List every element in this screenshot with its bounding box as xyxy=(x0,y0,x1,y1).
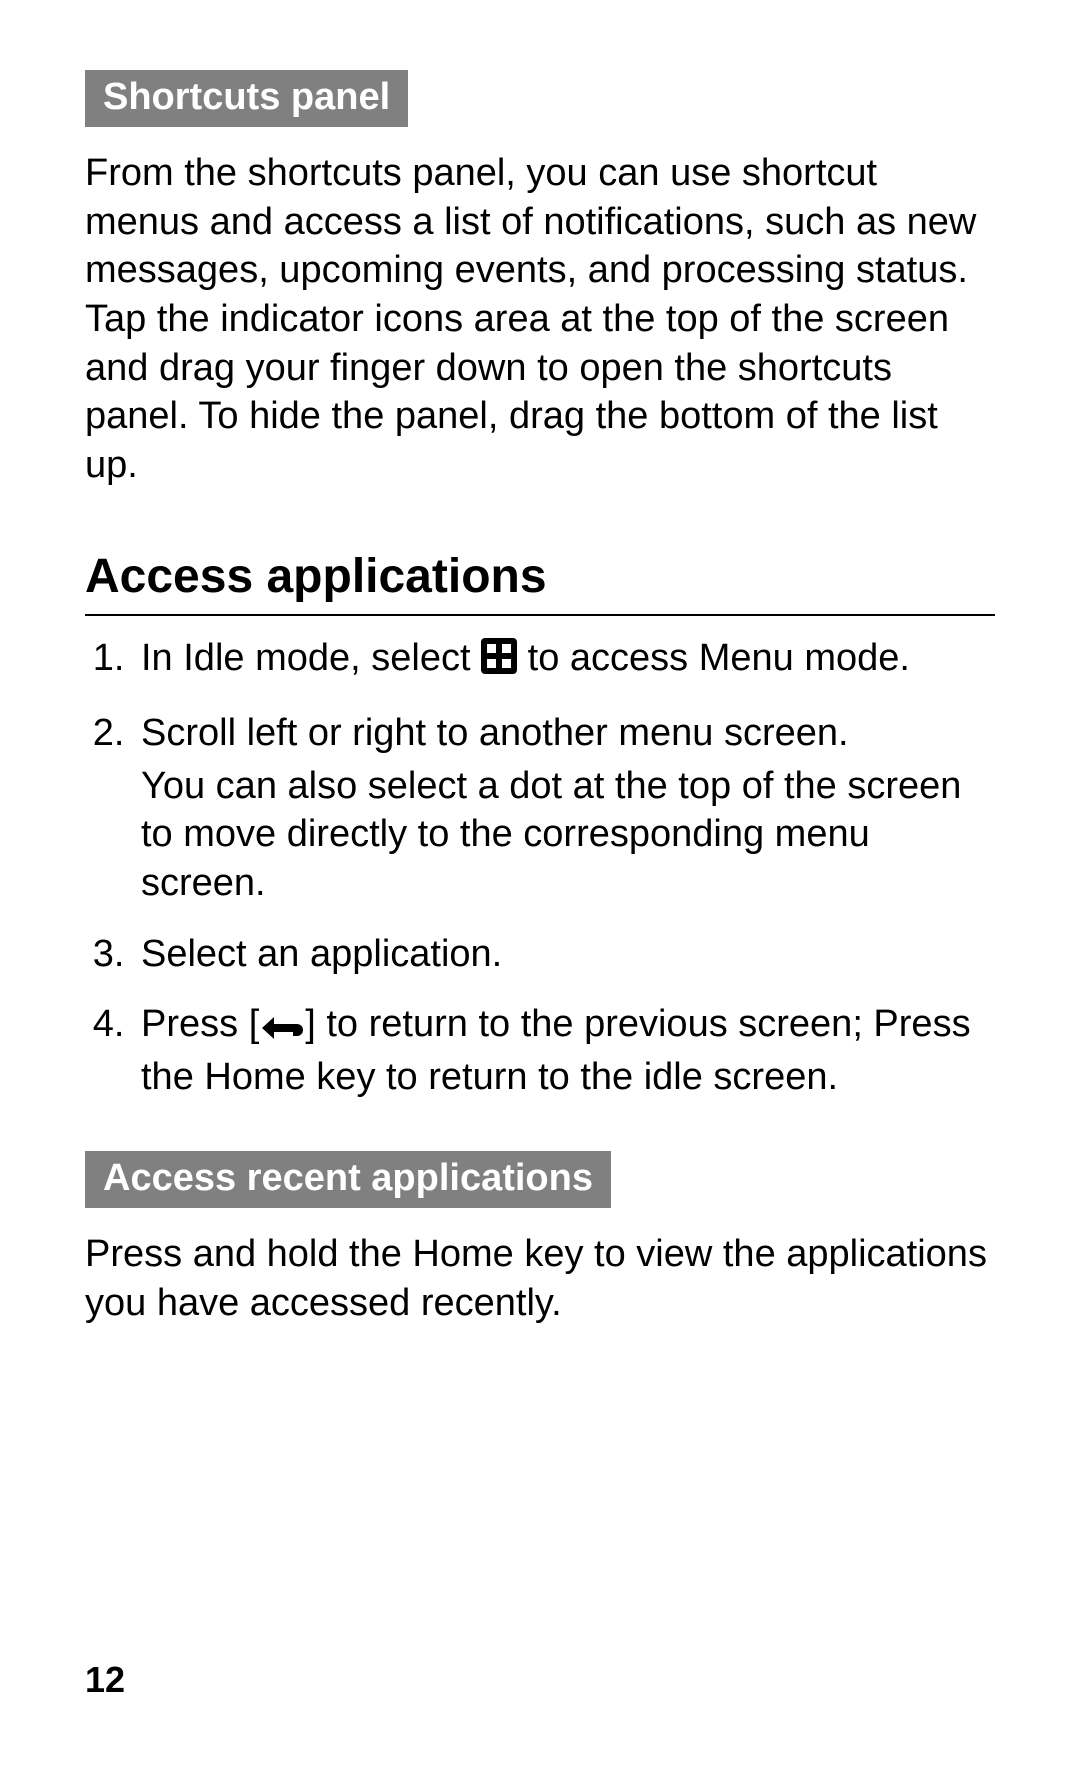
subheading-shortcuts-panel: Shortcuts panel xyxy=(85,70,408,127)
menu-grid-icon xyxy=(481,638,517,687)
step-1-text-post: to access Menu mode. xyxy=(517,637,910,679)
paragraph-shortcuts-body: From the shortcuts panel, you can use sh… xyxy=(85,149,995,489)
access-applications-steps: In Idle mode, select to access Menu mode… xyxy=(85,634,995,1101)
step-2-text-main: Scroll left or right to another menu scr… xyxy=(141,712,849,754)
step-1: In Idle mode, select to access Menu mode… xyxy=(135,634,995,687)
page-number: 12 xyxy=(85,1659,125,1701)
paragraph-recent-apps-body: Press and hold the Home key to view the … xyxy=(85,1230,995,1327)
section-rule xyxy=(85,614,995,616)
step-2: Scroll left or right to another menu scr… xyxy=(135,709,995,908)
back-arrow-icon xyxy=(259,1004,305,1053)
step-4-text-pre: Press [ xyxy=(141,1003,259,1045)
step-2-text-sub: You can also select a dot at the top of … xyxy=(141,762,995,908)
step-3: Select an application. xyxy=(135,930,995,979)
step-4: Press [ ] to return to the previous scre… xyxy=(135,1000,995,1101)
manual-page: Shortcuts panel From the shortcuts panel… xyxy=(0,0,1080,1771)
section-title-access-applications: Access applications xyxy=(85,549,995,608)
step-1-text-pre: In Idle mode, select xyxy=(141,637,481,679)
subheading-access-recent-applications: Access recent applications xyxy=(85,1151,611,1208)
